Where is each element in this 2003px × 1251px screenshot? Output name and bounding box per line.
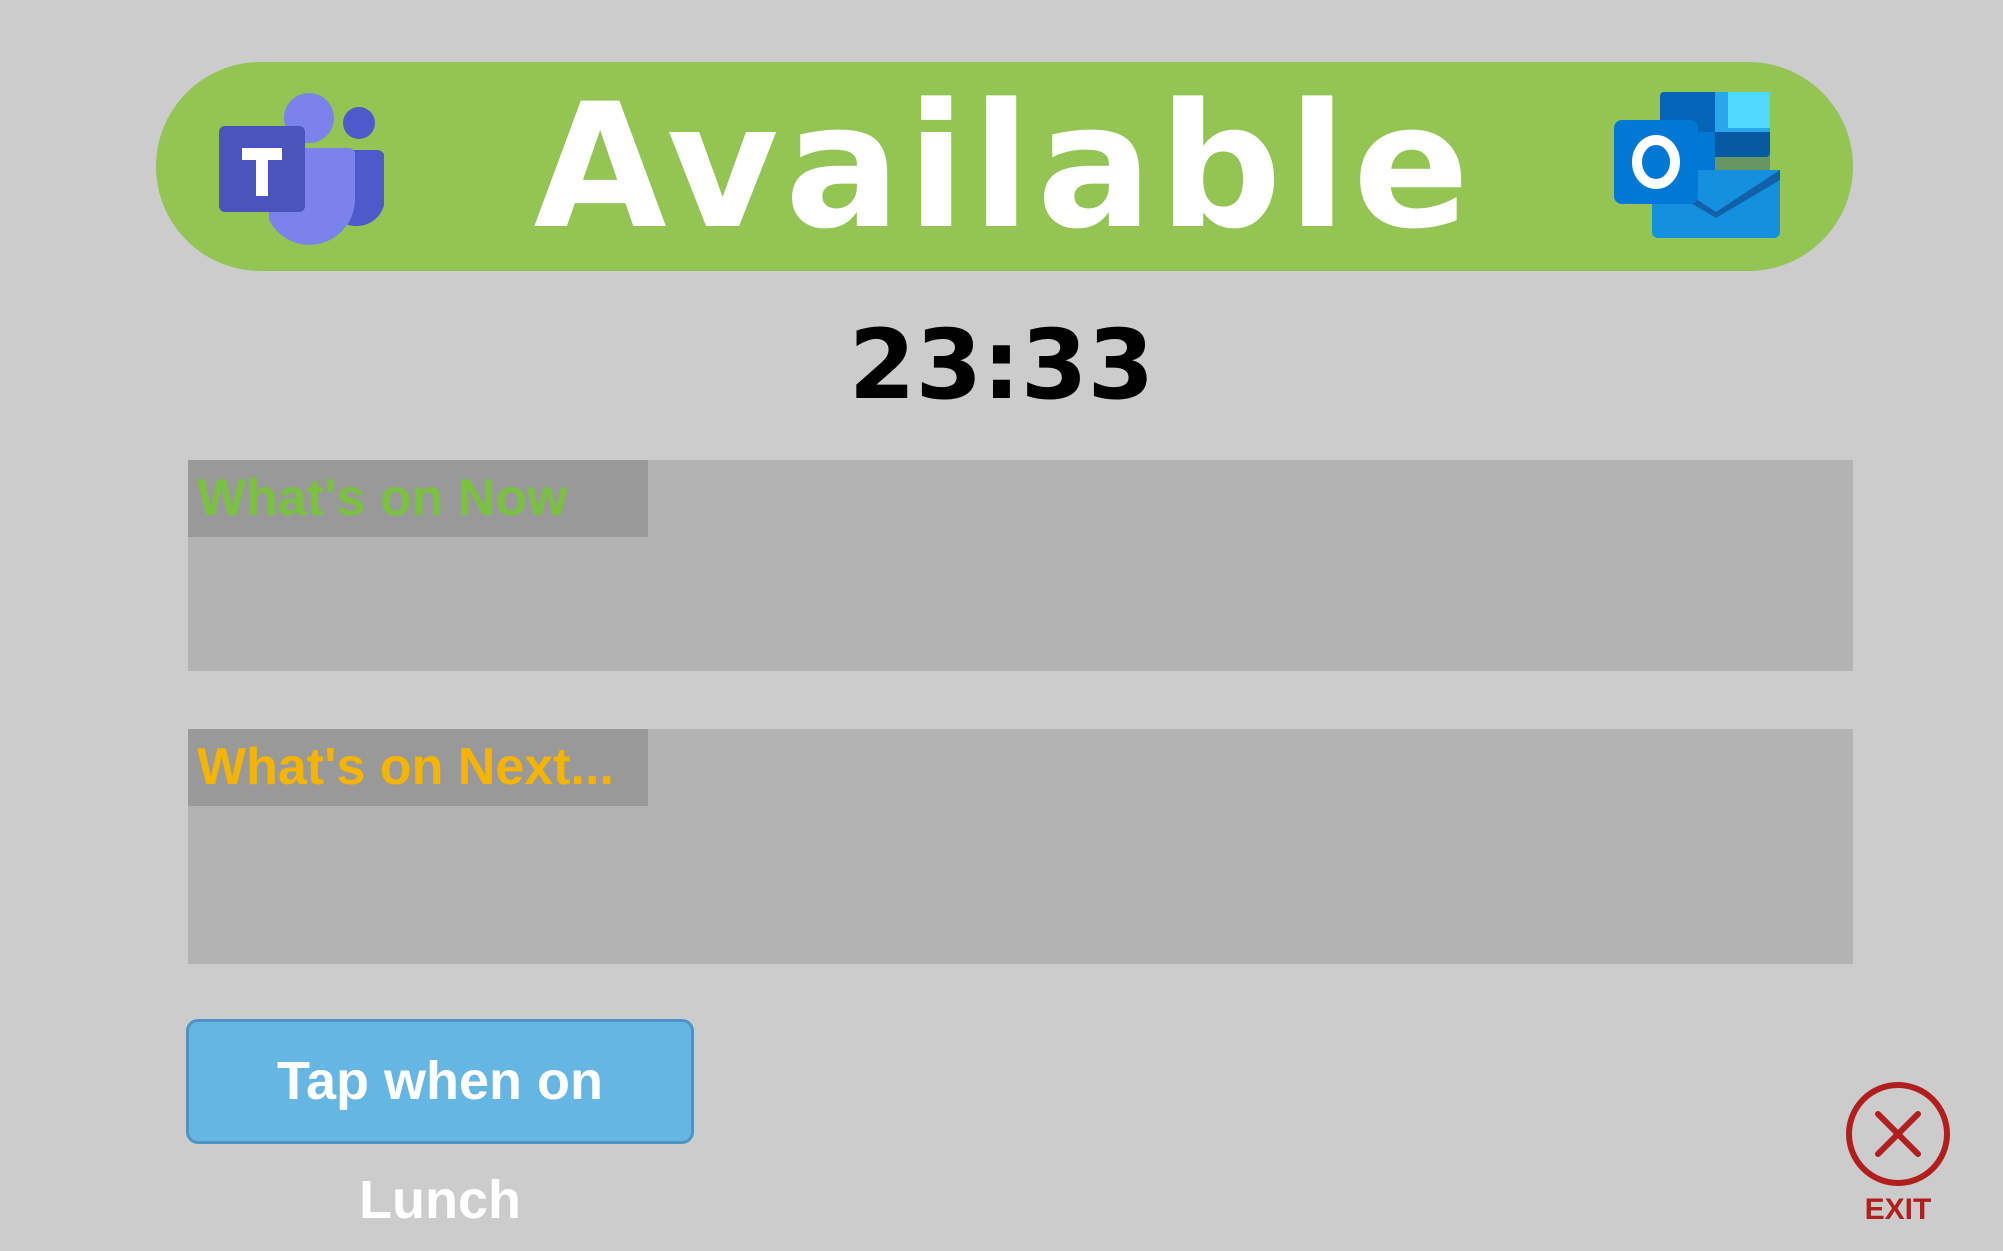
whats-on-now-label: What's on Now: [188, 460, 648, 537]
whats-on-now-panel: What's on Now: [188, 460, 1853, 671]
close-icon: [1846, 1082, 1950, 1186]
exit-button[interactable]: EXIT: [1840, 1080, 1956, 1230]
exit-label: EXIT: [1864, 1193, 1932, 1226]
whats-on-next-label: What's on Next...: [188, 729, 648, 806]
whats-on-now-content: [188, 537, 1853, 671]
status-display-screen: Available 23:33 What's on Now What's on …: [0, 0, 2003, 1251]
clock-time: 23:33: [848, 309, 1155, 421]
lunch-button[interactable]: Tap when on Lunch: [186, 1019, 694, 1230]
whats-on-next-panel: What's on Next...: [188, 729, 1853, 964]
whats-on-next-content: [188, 806, 1853, 964]
status-banner: Available: [156, 62, 1853, 271]
status-text: Available: [533, 66, 1476, 267]
outlook-icon: [1614, 92, 1780, 238]
teams-icon: [219, 93, 384, 245]
